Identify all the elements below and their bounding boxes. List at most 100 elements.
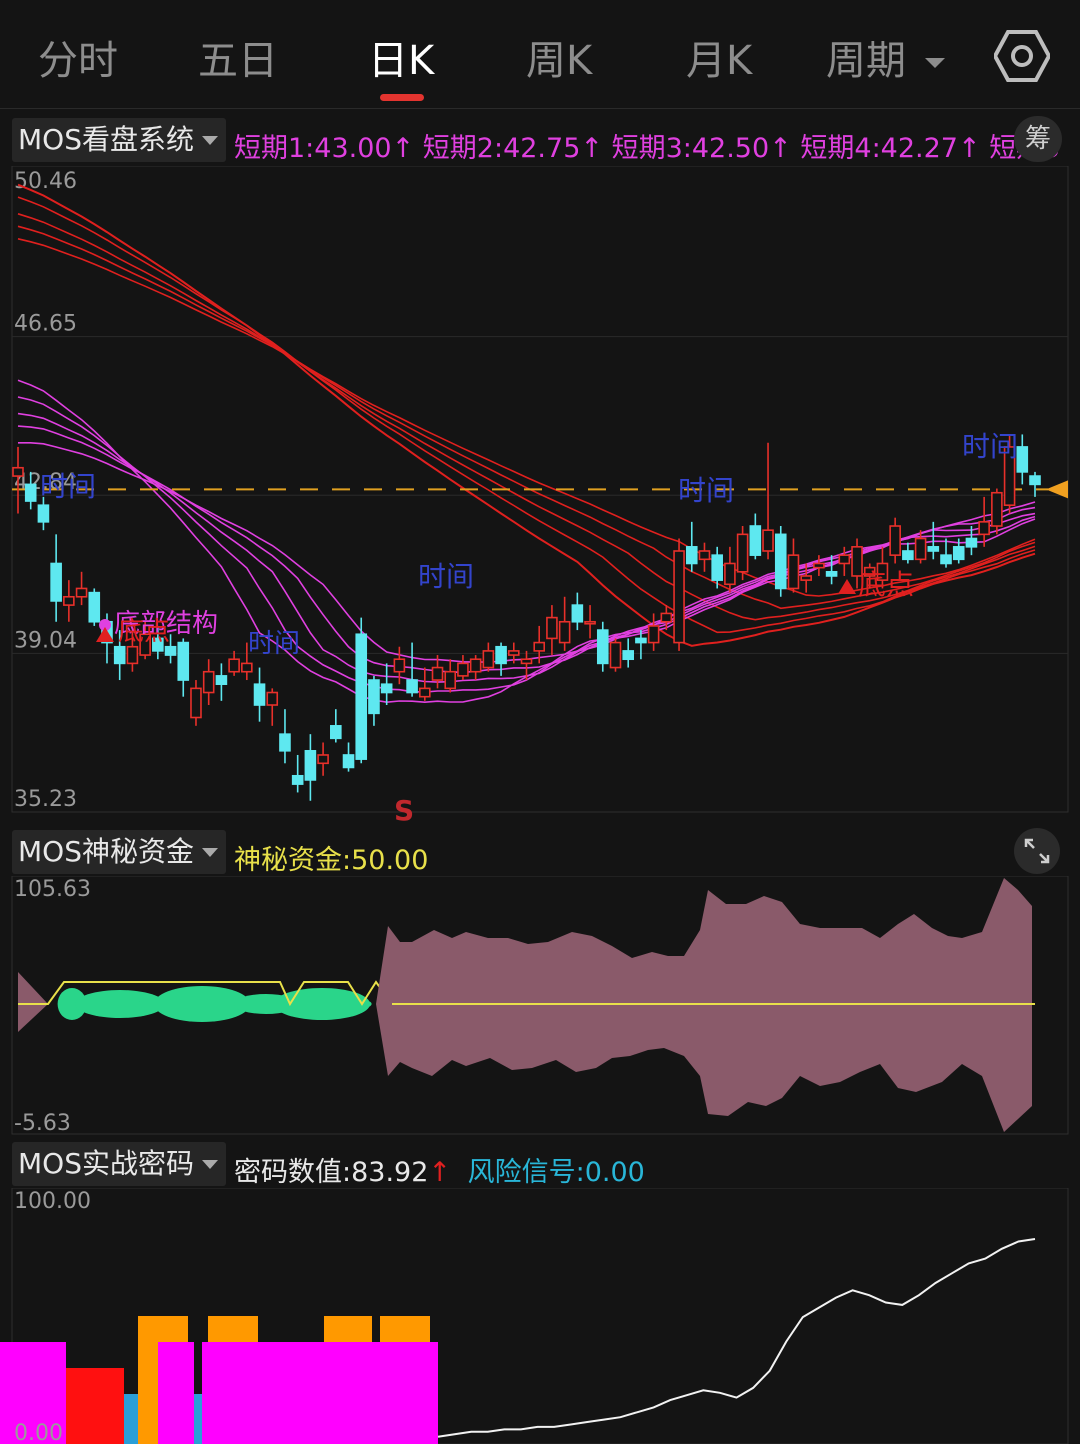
risk-signal-value: 风险信号:0.00	[467, 1157, 645, 1188]
caret-down-icon	[201, 1160, 218, 1169]
tab-intraday[interactable]: 分时	[38, 28, 118, 86]
candle	[406, 642, 418, 697]
candle-body	[444, 670, 457, 690]
candle	[177, 638, 190, 697]
legend-short-3: 短期3:42.50↑	[611, 133, 792, 164]
code-indicator-selector[interactable]: MOS实战密码	[12, 1142, 226, 1186]
candle	[724, 546, 736, 593]
candle-body	[1029, 475, 1041, 486]
candle-body	[584, 620, 596, 625]
fund-value: 神秘资金:50.00	[234, 845, 429, 876]
fund-indicator-selector[interactable]: MOS神秘资金	[12, 830, 226, 874]
candle	[50, 534, 62, 622]
tab-daily-k[interactable]: 日K	[368, 28, 434, 86]
candle-body	[63, 595, 75, 606]
code-value-chart[interactable]: 100.00 0.00	[0, 1188, 1080, 1444]
chart-annotation: 时间	[40, 470, 96, 503]
candle	[253, 667, 266, 722]
code-values: 密码数值:83.92↑ 风险信号:0.00	[234, 1150, 645, 1189]
mystery-fund-chart[interactable]: 105.63 -5.63	[0, 876, 1080, 1138]
main-indicator-selector[interactable]: MOS看盘系统	[12, 118, 226, 162]
candle	[991, 488, 1003, 535]
candle-body	[457, 662, 469, 677]
candle-body	[571, 604, 584, 623]
candle	[609, 638, 622, 672]
candle	[774, 526, 787, 597]
candle-body	[406, 679, 418, 694]
arrow-up-icon: ↑	[428, 1157, 452, 1188]
main-candlestick-chart[interactable]: 50.4646.6542.8439.0435.23时间底部结构底点 时间S时间时间…	[0, 166, 1080, 826]
legend-short-2: 短期2:42.75↑	[422, 133, 603, 164]
y-tick-label: 50.46	[14, 169, 77, 194]
chart-annotation: 时间	[248, 629, 300, 659]
candle-body	[495, 645, 507, 665]
candle-body	[724, 562, 736, 586]
candle-body	[622, 650, 635, 661]
candle-body	[291, 774, 304, 785]
expand-icon[interactable]	[1014, 828, 1060, 874]
y-tick-label: 46.65	[14, 312, 77, 337]
active-tab-indicator	[380, 94, 424, 101]
legend-short-4: 短期4:42.27↑	[800, 133, 981, 164]
candle-body	[330, 725, 342, 740]
candle-body	[507, 650, 520, 656]
candle	[571, 592, 584, 631]
tab-monthly-k[interactable]: 月K	[686, 28, 752, 86]
candle	[380, 663, 393, 706]
candle	[1016, 434, 1029, 485]
candle	[685, 521, 698, 572]
candle-body	[774, 533, 787, 590]
candle-body	[685, 546, 698, 565]
candle-body	[813, 562, 825, 569]
candle	[330, 709, 342, 743]
candle	[584, 605, 596, 639]
main-indicator-bar: MOS看盘系统 短期1:43.00↑ 短期2:42.75↑ 短期3:42.50↑…	[0, 114, 1080, 168]
candle-body	[952, 546, 965, 561]
candle-body	[558, 620, 571, 644]
candle	[202, 659, 215, 706]
settings-icon[interactable]	[994, 28, 1050, 84]
main-legend: 短期1:43.00↑ 短期2:42.75↑ 短期3:42.50↑ 短期4:42.…	[234, 126, 1060, 165]
red-ma-line	[17, 238, 1036, 597]
candle	[469, 655, 482, 681]
candle-body	[902, 550, 914, 561]
candle	[444, 659, 457, 693]
candle	[317, 742, 329, 776]
state-bar	[66, 1368, 124, 1444]
candle	[75, 571, 88, 606]
candle	[1029, 471, 1041, 497]
candle-body	[228, 658, 240, 673]
candle	[647, 613, 660, 651]
candle-body	[978, 521, 990, 536]
tab-five-day[interactable]: 五日	[198, 28, 278, 86]
chart-annotation: 底点	[118, 617, 170, 647]
tab-weekly-k[interactable]: 周K	[526, 28, 592, 86]
candle	[457, 655, 469, 681]
period-tabs: 分时 五日 日K 周K 月K 周期	[0, 0, 1080, 109]
candle-body	[266, 691, 279, 706]
candle	[889, 517, 901, 564]
tab-period-dropdown[interactable]: 周期	[826, 28, 945, 86]
chevron-down-icon	[924, 58, 945, 68]
candle	[88, 588, 101, 626]
main-indicator-name: MOS看盘系统	[18, 123, 194, 156]
candle-body	[800, 575, 812, 581]
candle	[622, 638, 635, 668]
candle-body	[241, 662, 253, 673]
candle-body	[418, 687, 431, 698]
candle-body	[762, 529, 774, 552]
chart-annotation: S	[394, 794, 414, 826]
y-tick-label: 39.04	[14, 628, 77, 653]
candle	[355, 617, 368, 764]
candle-body	[253, 683, 266, 706]
candle	[482, 642, 495, 672]
code-value: 83.92	[351, 1157, 429, 1188]
candle-body	[533, 641, 546, 652]
candle-body	[546, 616, 558, 640]
candle-body	[889, 525, 901, 556]
candle-body	[660, 612, 673, 623]
chart-annotation: 时间	[678, 474, 734, 507]
candle	[673, 538, 685, 651]
candle-body	[787, 554, 800, 590]
chip-distribution-button[interactable]: 筹	[1014, 116, 1062, 162]
